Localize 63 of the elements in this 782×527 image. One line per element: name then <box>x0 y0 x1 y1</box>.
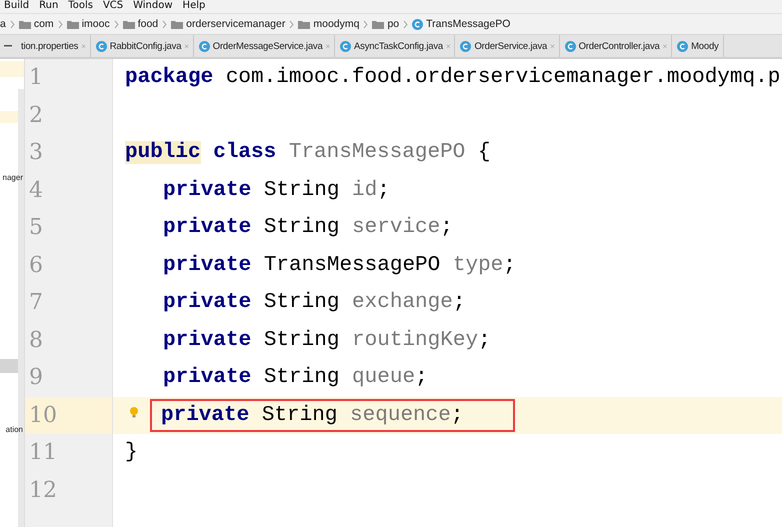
code-line: public class TransMessagePO { <box>125 141 490 164</box>
line-number: 8 <box>29 328 43 353</box>
class-icon <box>198 40 210 52</box>
folder-icon <box>122 20 135 28</box>
menu-item[interactable]: Run <box>39 0 58 13</box>
chevron-icon <box>289 20 294 28</box>
code-line: private String exchange; <box>163 291 466 314</box>
line-number: 10 <box>29 402 57 428</box>
folder-icon <box>66 20 79 28</box>
line-number: 4 <box>29 178 43 203</box>
line-number: 11 <box>29 440 57 466</box>
line-number: 5 <box>29 215 43 240</box>
code-line: private String id; <box>163 178 390 202</box>
menu-item[interactable]: VCS <box>102 0 124 13</box>
lightbulb-icon[interactable] <box>130 406 138 418</box>
chevron-icon <box>162 20 168 28</box>
code-line: package com.imooc.food.orderservicemanager.moodymq.p <box>125 66 780 90</box>
line-number: 7 <box>29 290 43 316</box>
editor-tab[interactable]: OrderController.java × <box>560 35 672 57</box>
line-number: 6 <box>29 252 43 278</box>
menu-item[interactable]: Window <box>133 0 173 13</box>
folder-icon <box>372 20 384 28</box>
tree-row-highlight <box>0 61 24 77</box>
breadcrumb-item[interactable]: TransMessagePO <box>426 18 510 30</box>
breadcrumb-item[interactable]: po <box>387 18 400 30</box>
class-icon <box>564 40 576 52</box>
breadcrumb-item[interactable]: orderservicemanager <box>186 18 286 30</box>
breadcrumb-item[interactable]: moodymq <box>313 18 360 30</box>
code-line: private String sequence; <box>161 404 464 427</box>
code-line: private TransMessagePO type; <box>163 254 516 277</box>
folder-icon <box>171 20 184 28</box>
menu-item[interactable]: Help <box>182 0 206 13</box>
editor-tab[interactable]: RabbitConfig.java × <box>90 35 194 57</box>
class-icon <box>96 40 107 52</box>
menu-item[interactable]: Build <box>4 0 30 13</box>
chevron-icon <box>114 20 119 28</box>
class-icon <box>677 40 688 52</box>
project-tree-item[interactable]: ation <box>6 425 23 434</box>
chevron-icon <box>403 20 408 28</box>
line-number: 2 <box>29 102 43 128</box>
code-line: } <box>125 441 138 464</box>
code-line: private String routingKey; <box>163 328 491 352</box>
chevron-icon <box>363 20 368 28</box>
class-icon <box>340 40 352 52</box>
breadcrumb-item[interactable]: a <box>0 18 6 30</box>
breadcrumb-item[interactable]: food <box>138 18 158 30</box>
breadcrumb-item[interactable]: com <box>34 18 54 30</box>
minimize-icon[interactable] <box>4 45 12 47</box>
class-icon <box>460 40 472 52</box>
line-number: 12 <box>29 478 57 503</box>
line-number: 3 <box>29 140 43 166</box>
chevron-icon <box>10 20 15 28</box>
chevron-icon <box>58 20 63 28</box>
line-number: 9 <box>29 365 43 390</box>
code-line: private String service; <box>163 216 453 240</box>
breadcrumb-item[interactable]: imooc <box>82 18 110 30</box>
line-number: 1 <box>29 65 43 90</box>
folder-icon <box>298 20 310 28</box>
folder-icon <box>18 20 31 28</box>
menu-item[interactable]: Tools <box>68 0 93 13</box>
class-icon <box>412 18 424 30</box>
project-tree-item[interactable]: nager <box>2 173 23 182</box>
code-line: private String queue; <box>163 366 428 390</box>
